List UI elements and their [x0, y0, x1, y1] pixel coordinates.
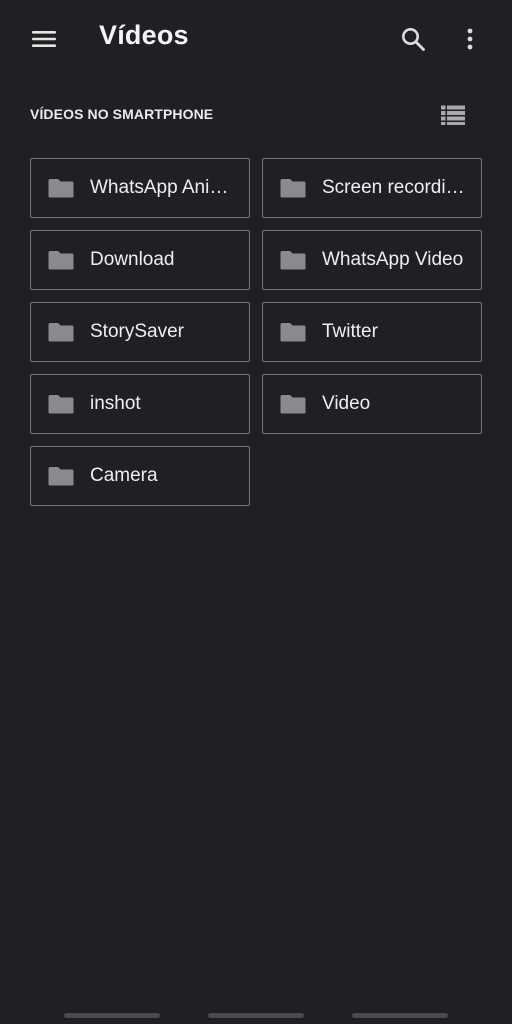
- search-icon: [402, 28, 425, 51]
- folder-grid: WhatsApp Ani… Screen recordin… Download …: [30, 158, 482, 506]
- folder-card[interactable]: Twitter: [262, 302, 482, 362]
- folder-card[interactable]: StorySaver: [30, 302, 250, 362]
- page-title: Vídeos: [99, 20, 189, 50]
- nav-recents-handle[interactable]: [64, 1013, 160, 1018]
- app-bar: Vídeos: [0, 0, 512, 78]
- nav-home-handle[interactable]: [208, 1013, 304, 1018]
- folder-name: StorySaver: [90, 321, 184, 342]
- view-toggle-button[interactable]: [436, 100, 470, 130]
- folder-card[interactable]: inshot: [30, 374, 250, 434]
- more-options-button[interactable]: [456, 22, 484, 56]
- folder-card[interactable]: WhatsApp Video: [262, 230, 482, 290]
- menu-button[interactable]: [28, 24, 60, 54]
- folder-card[interactable]: Video: [262, 374, 482, 434]
- folder-name: Screen recordin…: [322, 177, 469, 198]
- folder-name: Video: [322, 393, 371, 414]
- folder-icon: [280, 323, 306, 342]
- folder-name: Download: [90, 249, 175, 270]
- folder-icon: [48, 395, 74, 414]
- folder-icon: [48, 467, 74, 486]
- folder-card[interactable]: Camera: [30, 446, 250, 506]
- folder-name: WhatsApp Video: [322, 249, 464, 270]
- hamburger-menu-icon: [32, 31, 56, 47]
- folder-card[interactable]: Screen recordin…: [262, 158, 482, 218]
- folder-card[interactable]: WhatsApp Ani…: [30, 158, 250, 218]
- folder-icon: [48, 179, 74, 198]
- more-vert-icon: [467, 28, 473, 50]
- system-navigation-bar: [0, 1008, 512, 1024]
- folder-card[interactable]: Download: [30, 230, 250, 290]
- search-button[interactable]: [396, 22, 430, 56]
- folder-icon: [280, 251, 306, 270]
- section-header: VÍDEOS NO SMARTPHONE: [30, 106, 214, 122]
- screen: Vídeos VÍDEOS NO SMARTPHONE WhatsApp Ani…: [0, 0, 512, 1024]
- folder-name: WhatsApp Ani…: [90, 177, 229, 198]
- folder-name: Twitter: [322, 321, 378, 342]
- nav-back-handle[interactable]: [352, 1013, 448, 1018]
- folder-icon: [48, 251, 74, 270]
- folder-name: Camera: [90, 465, 158, 486]
- folder-icon: [280, 179, 306, 198]
- folder-icon: [280, 395, 306, 414]
- list-view-icon: [441, 105, 465, 125]
- folder-name: inshot: [90, 393, 141, 414]
- folder-icon: [48, 323, 74, 342]
